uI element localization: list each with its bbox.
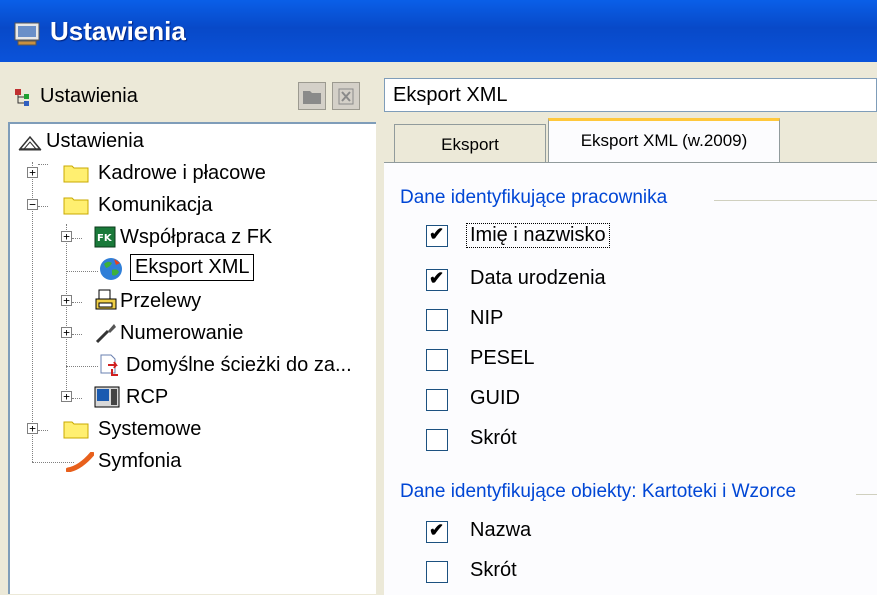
checkbox-label: Skrót xyxy=(470,559,517,581)
expand-icon[interactable]: + xyxy=(61,391,72,402)
checkbox-label: PESEL xyxy=(470,347,535,369)
expand-icon[interactable]: + xyxy=(27,167,38,178)
tree-item-eksport-xml[interactable]: Eksport XML xyxy=(10,254,370,284)
expand-icon[interactable]: + xyxy=(61,327,72,338)
tree-item-label: Ustawienia xyxy=(46,130,144,152)
tree-item-domyslne-sciezki[interactable]: Domyślne ścieżki do za... xyxy=(10,350,370,380)
tab-content: Dane identyfikujące pracownika ✔ Imię i … xyxy=(384,162,877,595)
tree-item-label: Komunikacja xyxy=(98,194,213,216)
checkbox-label: Skrót xyxy=(470,427,517,449)
window-title: Ustawienia xyxy=(50,16,186,46)
tree-item-systemowe[interactable]: + Systemowe xyxy=(10,414,370,444)
checkbox-label: GUID xyxy=(470,387,520,409)
checkbox-skrot[interactable] xyxy=(426,429,448,451)
settings-detail-panel: Eksport XML Eksport Eksport XML (w.2009)… xyxy=(376,66,877,595)
symfonia-icon xyxy=(66,452,94,472)
tree-item-label: Kadrowe i płacowe xyxy=(98,162,266,184)
checkbox-skrot-obiekty[interactable] xyxy=(426,561,448,583)
tree-header-label: Ustawienia xyxy=(40,85,138,107)
printer-icon xyxy=(95,289,117,310)
tree-item-label: Eksport XML xyxy=(130,254,255,281)
tree-item-label: Domyślne ścieżki do za... xyxy=(126,354,352,376)
hierarchy-icon xyxy=(15,89,29,106)
tree-item-label: Przelewy xyxy=(120,290,202,312)
settings-tree-panel: Ustawienia Ustawienia + Kadrowe i płacow… xyxy=(0,66,376,594)
folder-icon xyxy=(63,165,89,183)
tree-item-label: Współpraca z FK xyxy=(120,226,273,248)
expand-icon[interactable]: + xyxy=(61,295,72,306)
current-path-field: Eksport XML xyxy=(384,78,877,112)
tree-item-label: Numerowanie xyxy=(120,322,244,344)
hierarchy-icon xyxy=(18,135,42,151)
checkbox-label: Nazwa xyxy=(470,519,532,541)
fk-icon: FK xyxy=(94,226,116,248)
settings-tree[interactable]: Ustawienia + Kadrowe i płacowe − Komunik… xyxy=(8,122,376,594)
tree-item-numerowanie[interactable]: + Numerowanie xyxy=(10,318,370,348)
folder-button[interactable] xyxy=(298,82,326,110)
tree-item-label: Systemowe xyxy=(98,418,202,440)
checkbox-imie-nazwisko[interactable]: ✔ xyxy=(426,224,448,247)
tab-eksport[interactable]: Eksport xyxy=(394,124,546,162)
checkbox-label: Imię i nazwisko xyxy=(466,223,610,248)
folder-icon xyxy=(303,91,321,104)
tab-label: Eksport XML (w.2009) xyxy=(580,131,748,150)
group-title-employee: Dane identyfikujące pracownika xyxy=(400,187,668,208)
globe-icon xyxy=(100,258,122,280)
checkbox-data-urodzenia[interactable]: ✔ xyxy=(426,268,448,291)
window-icon xyxy=(14,22,40,46)
title-bar: Ustawienia xyxy=(0,0,877,62)
delete-button[interactable] xyxy=(332,82,360,110)
tree-item-komunikacja[interactable]: − Komunikacja xyxy=(10,190,370,220)
wrench-icon xyxy=(95,324,116,344)
group-title-objects: Dane identyfikujące obiekty: Kartoteki i… xyxy=(400,481,797,502)
checkbox-label: NIP xyxy=(470,307,504,329)
folder-icon xyxy=(63,197,89,215)
tree-item-kadrowe[interactable]: + Kadrowe i płacowe xyxy=(10,158,370,188)
tree-item-wspolpraca-fk[interactable]: + FK Współpraca z FK xyxy=(10,222,370,252)
checkbox-nip[interactable] xyxy=(426,309,448,331)
delete-icon xyxy=(338,88,354,105)
expand-icon[interactable]: + xyxy=(27,423,38,434)
checkbox-guid[interactable] xyxy=(426,389,448,411)
tree-item-rcp[interactable]: + RCP xyxy=(10,382,370,412)
tree-item-przelewy[interactable]: + Przelewy xyxy=(10,286,370,316)
rcp-icon xyxy=(94,386,120,408)
collapse-icon[interactable]: − xyxy=(27,199,38,210)
checkbox-label: Data urodzenia xyxy=(470,267,606,289)
tree-item-label: RCP xyxy=(126,386,169,408)
expand-icon[interactable]: + xyxy=(61,231,72,242)
checkbox-pesel[interactable] xyxy=(426,349,448,371)
tree-header: Ustawienia xyxy=(0,66,376,118)
tree-item-label: Symfonia xyxy=(98,450,182,472)
current-path-text: Eksport XML xyxy=(393,84,508,106)
document-arrow-icon xyxy=(100,354,118,376)
tree-item-symfonia[interactable]: Symfonia xyxy=(10,446,370,476)
svg-text:FK: FK xyxy=(97,233,113,244)
tab-eksport-xml-2009[interactable]: Eksport XML (w.2009) xyxy=(548,118,780,164)
checkbox-nazwa[interactable]: ✔ xyxy=(426,520,448,543)
tab-label: Eksport xyxy=(441,135,499,154)
folder-icon xyxy=(63,421,89,439)
